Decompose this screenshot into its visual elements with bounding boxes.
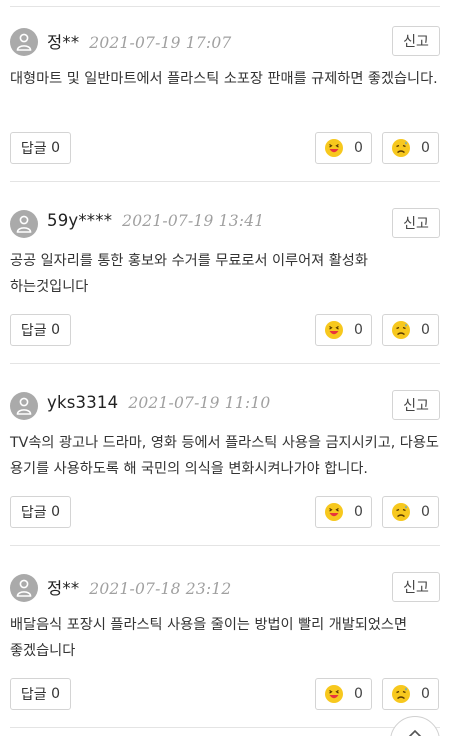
like-button[interactable]: 0 <box>315 678 372 710</box>
reply-count: 0 <box>51 686 61 702</box>
dislike-button[interactable]: 0 <box>382 496 439 528</box>
comment-meta: 59y**** 2021-07-19 13:41 <box>47 211 264 230</box>
like-count: 0 <box>354 322 363 338</box>
report-button[interactable]: 신고 <box>392 208 440 238</box>
comment-text: 배달음식 포장시 플라스틱 사용을 줄이는 방법이 빨리 개발되었스면 좋겠습니… <box>10 617 408 659</box>
reply-count: 0 <box>51 504 61 520</box>
comment-divider <box>10 727 440 728</box>
sad-emoji-icon <box>392 685 411 703</box>
reply-count: 0 <box>51 322 61 338</box>
like-button[interactable]: 0 <box>315 496 372 528</box>
comment-meta: 정** 2021-07-18 23:12 <box>47 575 231 599</box>
comment-date: 2021-07-19 17:07 <box>89 34 232 52</box>
comment-text: 대형마트 및 일반마트에서 플라스틱 소포장 판매를 규제하면 좋겠습니다. <box>10 71 438 87</box>
comment-text: 공공 일자리를 통한 홍보와 수거를 무료로서 이루어져 활성화 하는것입니다 <box>10 253 368 295</box>
like-count: 0 <box>354 140 363 156</box>
dislike-button[interactable]: 0 <box>382 314 439 346</box>
comment-author: 정** <box>47 33 80 52</box>
comment-meta: yks3314 2021-07-19 11:10 <box>47 393 270 412</box>
report-button[interactable]: 신고 <box>392 26 440 56</box>
comment-item: 59y**** 2021-07-19 13:41 신고 공공 일자리를 통한 홍보… <box>0 182 450 364</box>
dislike-count: 0 <box>421 140 430 156</box>
user-icon <box>16 33 32 51</box>
report-button[interactable]: 신고 <box>392 572 440 602</box>
report-button[interactable]: 신고 <box>392 390 440 420</box>
reply-label: 답글 <box>20 505 47 521</box>
avatar <box>10 210 38 238</box>
comment-text: TV속의 광고나 드라마, 영화 등에서 플라스틱 사용을 금지시키고, 다용도… <box>10 435 439 477</box>
reply-button[interactable]: 답글 0 <box>10 132 71 164</box>
comment-date: 2021-07-18 23:12 <box>89 580 232 598</box>
comment-date: 2021-07-19 13:41 <box>122 212 265 230</box>
laughing-emoji-icon <box>325 685 344 703</box>
dislike-button[interactable]: 0 <box>382 678 439 710</box>
comment-author: 59y**** <box>47 211 113 230</box>
like-button[interactable]: 0 <box>315 314 372 346</box>
laughing-emoji-icon <box>325 503 344 521</box>
reply-label: 답글 <box>20 687 47 703</box>
dislike-count: 0 <box>421 322 430 338</box>
chevron-up-icon <box>408 729 422 736</box>
reply-count: 0 <box>51 140 61 156</box>
dislike-count: 0 <box>421 504 430 520</box>
reply-label: 답글 <box>20 323 47 339</box>
user-icon <box>16 215 32 233</box>
reply-button[interactable]: 답글 0 <box>10 496 71 528</box>
comment-item: yks3314 2021-07-19 11:10 신고 TV속의 광고나 드라마,… <box>0 364 450 546</box>
avatar <box>10 574 38 602</box>
dislike-count: 0 <box>421 686 430 702</box>
avatar <box>10 392 38 420</box>
reply-label: 답글 <box>20 141 47 157</box>
comment-item: 정** 2021-07-18 23:12 신고 배달음식 포장시 플라스틱 사용을… <box>0 546 450 728</box>
dislike-button[interactable]: 0 <box>382 132 439 164</box>
sad-emoji-icon <box>392 139 411 157</box>
reply-button[interactable]: 답글 0 <box>10 678 71 710</box>
laughing-emoji-icon <box>325 321 344 339</box>
laughing-emoji-icon <box>325 139 344 157</box>
like-count: 0 <box>354 686 363 702</box>
comment-meta: 정** 2021-07-19 17:07 <box>47 29 231 53</box>
user-icon <box>16 397 32 415</box>
sad-emoji-icon <box>392 503 411 521</box>
comment-item: 정** 2021-07-19 17:07 신고 대형마트 및 일반마트에서 플라스… <box>0 0 450 182</box>
like-count: 0 <box>354 504 363 520</box>
sad-emoji-icon <box>392 321 411 339</box>
comment-author: yks3314 <box>47 393 119 412</box>
like-button[interactable]: 0 <box>315 132 372 164</box>
reply-button[interactable]: 답글 0 <box>10 314 71 346</box>
comment-date: 2021-07-19 11:10 <box>128 394 271 412</box>
avatar <box>10 28 38 56</box>
comment-author: 정** <box>47 579 80 598</box>
user-icon <box>16 579 32 597</box>
